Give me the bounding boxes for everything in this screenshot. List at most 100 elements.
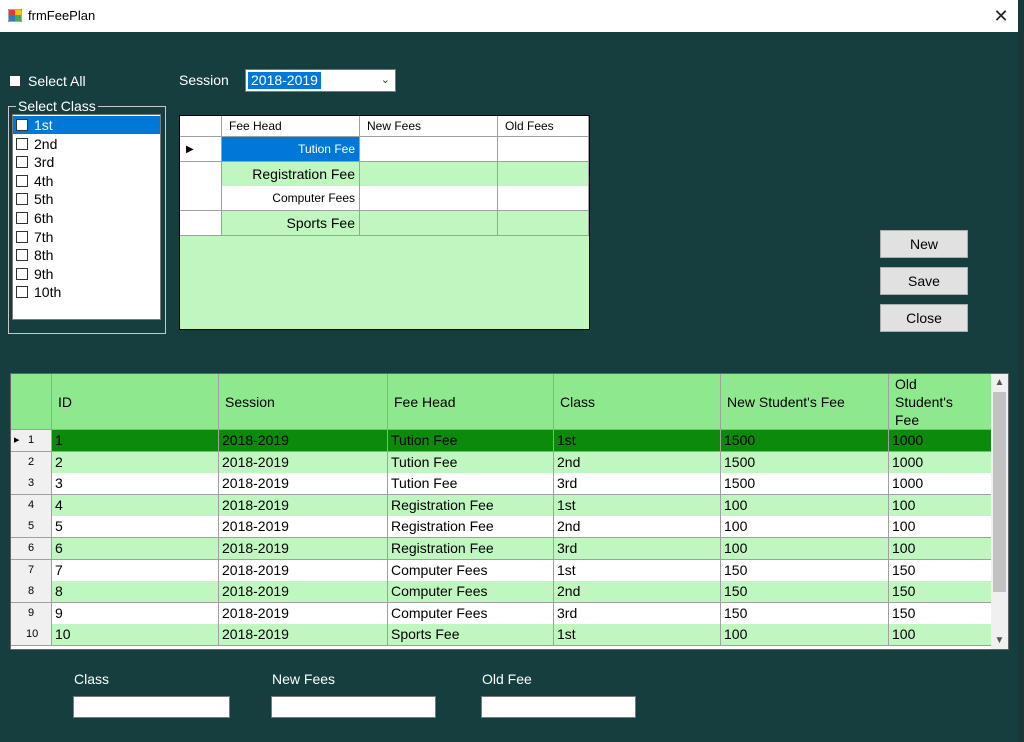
close-button[interactable]: Close xyxy=(880,304,968,332)
table-row-header[interactable]: 5 xyxy=(11,516,52,539)
table-row-header[interactable]: 6 xyxy=(11,538,52,560)
table-cell-old-fee[interactable]: 1000 xyxy=(889,473,992,496)
table-cell-new-fee[interactable]: 100 xyxy=(721,494,889,517)
table-cell-new-fee[interactable]: 100 xyxy=(721,538,889,560)
class-item[interactable]: 2nd xyxy=(13,135,160,153)
table-cell-id[interactable]: 5 xyxy=(52,516,219,539)
row-pointer-icon[interactable]: ▶ xyxy=(180,137,222,162)
select-all-checkbox[interactable] xyxy=(9,75,21,87)
fee-head-cell[interactable]: Sports Fee xyxy=(222,210,360,236)
table-cell-new-fee[interactable]: 150 xyxy=(721,559,889,582)
old-student-fee-header[interactable]: Old Student's Fee xyxy=(889,374,992,430)
table-cell-id[interactable]: 6 xyxy=(52,538,219,560)
new-button[interactable]: New xyxy=(880,230,968,258)
new-fees-cell[interactable] xyxy=(360,186,498,211)
old-fees-cell[interactable] xyxy=(498,210,589,236)
class-checkbox[interactable] xyxy=(16,230,28,243)
table-cell-session[interactable]: 2018-2019 xyxy=(219,602,388,625)
table-cell-fee-head[interactable]: Registration Fee xyxy=(388,494,554,517)
table-cell-class[interactable]: 2nd xyxy=(554,516,721,539)
table-cell-class[interactable]: 2nd xyxy=(554,451,721,474)
fee-row-header[interactable] xyxy=(180,210,222,236)
table-cell-session[interactable]: 2018-2019 xyxy=(219,451,388,474)
table-cell-id[interactable]: 3 xyxy=(52,473,219,496)
table-cell-new-fee[interactable]: 1500 xyxy=(721,430,889,452)
fee-head-cell[interactable]: Tution Fee xyxy=(222,137,360,162)
table-row-header[interactable]: 7 xyxy=(11,559,52,582)
id-header[interactable]: ID xyxy=(52,374,219,430)
table-cell-old-fee[interactable]: 1000 xyxy=(889,430,992,452)
table-row-header[interactable]: 4 xyxy=(11,494,52,517)
class-checklist[interactable]: 1st 2nd 3rd 4th 5th 6th 7th 8th 9th 10th xyxy=(12,114,161,320)
table-cell-session[interactable]: 2018-2019 xyxy=(219,538,388,560)
table-cell-class[interactable]: 1st xyxy=(554,494,721,517)
table-cell-old-fee[interactable]: 100 xyxy=(889,538,992,560)
table-cell-fee-head[interactable]: Tution Fee xyxy=(388,451,554,474)
class-checkbox[interactable] xyxy=(16,174,28,187)
table-cell-fee-head[interactable]: Tution Fee xyxy=(388,473,554,496)
table-cell-fee-head[interactable]: Computer Fees xyxy=(388,581,554,604)
fee-head-header[interactable]: Fee Head xyxy=(388,374,554,430)
table-cell-new-fee[interactable]: 100 xyxy=(721,516,889,539)
table-cell-session[interactable]: 2018-2019 xyxy=(219,516,388,539)
table-cell-class[interactable]: 2nd xyxy=(554,581,721,604)
fee-head-cell[interactable]: Computer Fees xyxy=(222,186,360,211)
new-fees-cell[interactable] xyxy=(360,161,498,187)
class-header[interactable]: Class xyxy=(554,374,721,430)
fee-head-grid[interactable]: Fee Head New Fees Old Fees ▶ Tution Fee Regis… xyxy=(179,115,590,330)
table-cell-session[interactable]: 2018-2019 xyxy=(219,473,388,496)
table-row-header[interactable]: 2 xyxy=(11,451,52,474)
old-fees-cell[interactable] xyxy=(498,137,589,162)
chevron-down-icon[interactable]: ⌄ xyxy=(381,73,390,86)
table-cell-class[interactable]: 3rd xyxy=(554,538,721,560)
class-item[interactable]: 9th xyxy=(13,265,160,283)
table-cell-fee-head[interactable]: Registration Fee xyxy=(388,516,554,539)
class-item[interactable]: 6th xyxy=(13,209,160,227)
table-cell-new-fee[interactable]: 150 xyxy=(721,581,889,604)
close-icon[interactable]: ✕ xyxy=(986,4,1016,28)
table-cell-new-fee[interactable]: 100 xyxy=(721,624,889,647)
scroll-up-icon[interactable]: ▲ xyxy=(991,374,1008,391)
fee-row-header[interactable] xyxy=(180,186,222,211)
table-cell-new-fee[interactable]: 1500 xyxy=(721,451,889,474)
table-cell-class[interactable]: 1st xyxy=(554,624,721,647)
table-row-header[interactable]: 9 xyxy=(11,602,52,625)
table-cell-new-fee[interactable]: 150 xyxy=(721,602,889,625)
table-cell-class[interactable]: 3rd xyxy=(554,602,721,625)
table-cell-class[interactable]: 3rd xyxy=(554,473,721,496)
table-cell-old-fee[interactable]: 150 xyxy=(889,559,992,582)
table-cell-id[interactable]: 7 xyxy=(52,559,219,582)
save-button[interactable]: Save xyxy=(880,267,968,295)
table-row-header[interactable]: 10 xyxy=(11,624,52,647)
class-checkbox[interactable] xyxy=(16,137,28,150)
table-row-header[interactable]: ▸ 1 xyxy=(11,430,52,452)
table-cell-id[interactable]: 2 xyxy=(52,451,219,474)
table-cell-session[interactable]: 2018-2019 xyxy=(219,559,388,582)
session-dropdown[interactable]: 2018-2019 ⌄ xyxy=(245,69,396,92)
table-cell-new-fee[interactable]: 1500 xyxy=(721,473,889,496)
table-cell-session[interactable]: 2018-2019 xyxy=(219,624,388,647)
table-cell-old-fee[interactable]: 150 xyxy=(889,602,992,625)
table-cell-fee-head[interactable]: Tution Fee xyxy=(388,430,554,452)
table-cell-old-fee[interactable]: 100 xyxy=(889,624,992,647)
class-item[interactable]: 3rd xyxy=(13,153,160,171)
class-checkbox[interactable] xyxy=(16,119,28,131)
table-row-header[interactable]: 8 xyxy=(11,581,52,604)
fee-plan-grid[interactable]: ID Session Fee Head Class New Student's Fee O… xyxy=(10,373,1009,650)
table-cell-session[interactable]: 2018-2019 xyxy=(219,494,388,517)
table-cell-id[interactable]: 8 xyxy=(52,581,219,604)
scroll-thumb[interactable] xyxy=(993,392,1006,592)
fee-row-header[interactable] xyxy=(180,161,222,187)
new-fees-cell[interactable] xyxy=(360,137,498,162)
table-cell-fee-head[interactable]: Sports Fee xyxy=(388,624,554,647)
class-item[interactable]: 8th xyxy=(13,246,160,264)
table-cell-fee-head[interactable]: Computer Fees xyxy=(388,602,554,625)
class-item[interactable]: 5th xyxy=(13,190,160,208)
table-cell-fee-head[interactable]: Registration Fee xyxy=(388,538,554,560)
table-cell-class[interactable]: 1st xyxy=(554,559,721,582)
table-cell-old-fee[interactable]: 150 xyxy=(889,581,992,604)
old-fee-field[interactable] xyxy=(481,696,636,718)
class-checkbox[interactable] xyxy=(16,193,28,206)
class-checkbox[interactable] xyxy=(16,286,28,299)
class-checkbox[interactable] xyxy=(16,212,28,224)
